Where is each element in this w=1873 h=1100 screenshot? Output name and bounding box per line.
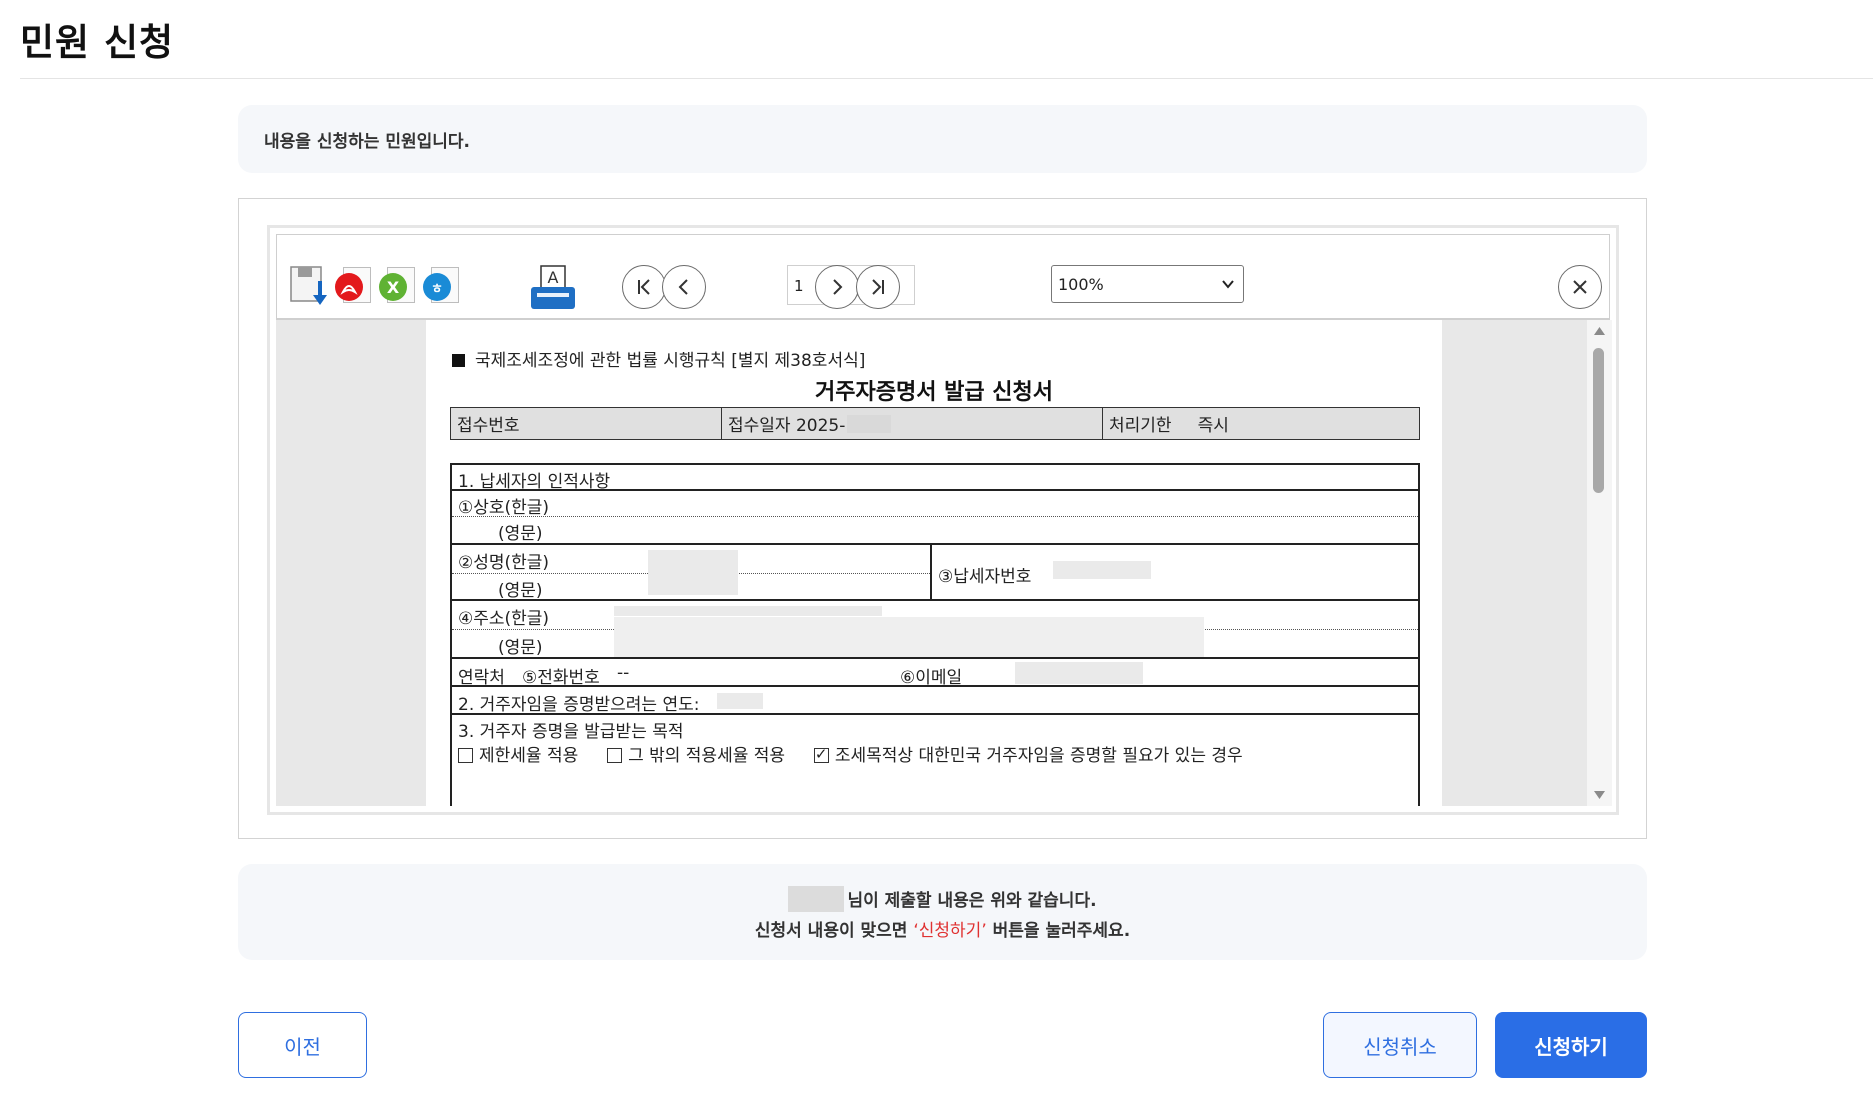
viewer-toolbar: X ㅎ A 1 100% (276, 234, 1610, 320)
redacted-address-kr (614, 606, 882, 616)
scroll-thumb[interactable] (1593, 348, 1604, 493)
form-title: 거주자증명서 발급 신청서 (815, 380, 1053, 405)
close-icon (1573, 280, 1587, 294)
zoom-select[interactable]: 100% (1051, 265, 1244, 303)
zoom-value: 100% (1058, 274, 1104, 294)
form-caption: 국제조세조정에 관한 법률 시행규칙 [별지 제38호서식] (452, 346, 865, 371)
receipt-no-cell: 접수번호 (451, 408, 722, 439)
hwp-icon[interactable]: ㅎ (421, 265, 461, 309)
confirmation-notice: 님이 제출할 내용은 위와 같습니다. 신청서 내용이 맞으면 ‘신청하기’ 버… (238, 864, 1647, 960)
redacted-year (717, 693, 763, 709)
printer-icon[interactable]: A (529, 265, 577, 309)
address-en-label: (영문) (498, 638, 543, 658)
redacted-name (648, 550, 738, 595)
submit-application-button[interactable]: 신청하기 (1495, 1012, 1647, 1078)
redacted-email (1015, 662, 1143, 684)
document-viewer-frame: X ㅎ A 1 100% 국제조세조정에 관한 법률 시행규칙 [별지 제38호… (238, 198, 1647, 839)
trade-name-kr-label: ①상호(한글) (458, 498, 550, 518)
redacted-taxpayer-no (1053, 561, 1151, 579)
prev-button[interactable]: 이전 (238, 1012, 367, 1078)
deadline-cell: 처리기한 즉시 (1109, 416, 1229, 436)
document-scrollbar[interactable] (1587, 320, 1612, 806)
document-page: 국제조세조정에 관한 법률 시행규칙 [별지 제38호서식] 거주자증명서 발급… (426, 320, 1442, 806)
intro-banner: 내용을 신청하는 민원입니다. (238, 105, 1647, 173)
purpose-options: 제한세율 적용 그 밖의 적용세율 적용 조세목적상 대한민국 거주자임을 증명… (458, 741, 1243, 766)
excel-icon[interactable]: X (377, 265, 417, 309)
phone-value: -- (617, 663, 630, 683)
receipt-table: 접수번호 접수일자 2025- 처리기한 즉시 (450, 407, 1420, 440)
purpose-checkbox-3 (813, 745, 829, 763)
receipt-date-cell: 접수일자 2025- (722, 408, 1103, 439)
save-download-icon[interactable] (289, 265, 329, 309)
document-scroll-area[interactable]: 국제조세조정에 관한 법률 시행규칙 [별지 제38호서식] 거주자증명서 발급… (276, 320, 1587, 806)
trade-name-en-label: (영문) (498, 524, 543, 544)
address-kr-label: ④주소(한글) (458, 609, 550, 629)
taxpayer-no-label: ③납세자번호 (938, 567, 1032, 587)
redacted-applicant-name (788, 886, 845, 912)
cancel-application-button[interactable]: 신청취소 (1323, 1012, 1477, 1078)
scroll-down-icon[interactable] (1593, 790, 1606, 800)
notice-line-2: 신청서 내용이 맞으면 ‘신청하기’ 버튼을 눌러주세요. (754, 921, 1131, 941)
last-page-button[interactable] (856, 265, 900, 309)
submit-highlight: ‘신청하기’ (913, 921, 987, 941)
section2-label: 2. 거주자임을 증명받으려는 연도: (458, 695, 700, 715)
redacted-address-en (614, 617, 1204, 657)
prev-page-button[interactable] (662, 265, 706, 309)
name-en-label: (영문) (498, 581, 543, 601)
section3-label: 3. 거주자 증명을 발급받는 목적 (458, 722, 684, 742)
name-kr-label: ②성명(한글) (458, 553, 550, 573)
next-page-button[interactable] (815, 265, 859, 309)
notice-line-1: 님이 제출할 내용은 위와 같습니다. (238, 886, 1647, 912)
first-page-button[interactable] (622, 265, 666, 309)
intro-text: 내용을 신청하는 민원입니다. (264, 131, 470, 152)
scroll-up-icon[interactable] (1593, 326, 1606, 336)
title-divider (20, 78, 1873, 79)
svg-text:A: A (548, 268, 559, 287)
document-viewer: X ㅎ A 1 100% 국제조세조정에 관한 법률 시행규칙 [별지 제38호… (267, 225, 1619, 815)
page-title: 민원 신청 (20, 21, 175, 64)
applicant-table: 1. 납세자의 인적사항 ①상호(한글) (영문) ②성명(한글) (영문) ③… (450, 463, 1420, 806)
close-viewer-button[interactable] (1558, 265, 1602, 309)
purpose-checkbox-2 (607, 748, 623, 763)
current-page: 1 (794, 277, 804, 295)
chevron-down-icon (1222, 280, 1234, 289)
purpose-checkbox-1 (458, 748, 473, 763)
pdf-icon[interactable] (333, 265, 373, 309)
